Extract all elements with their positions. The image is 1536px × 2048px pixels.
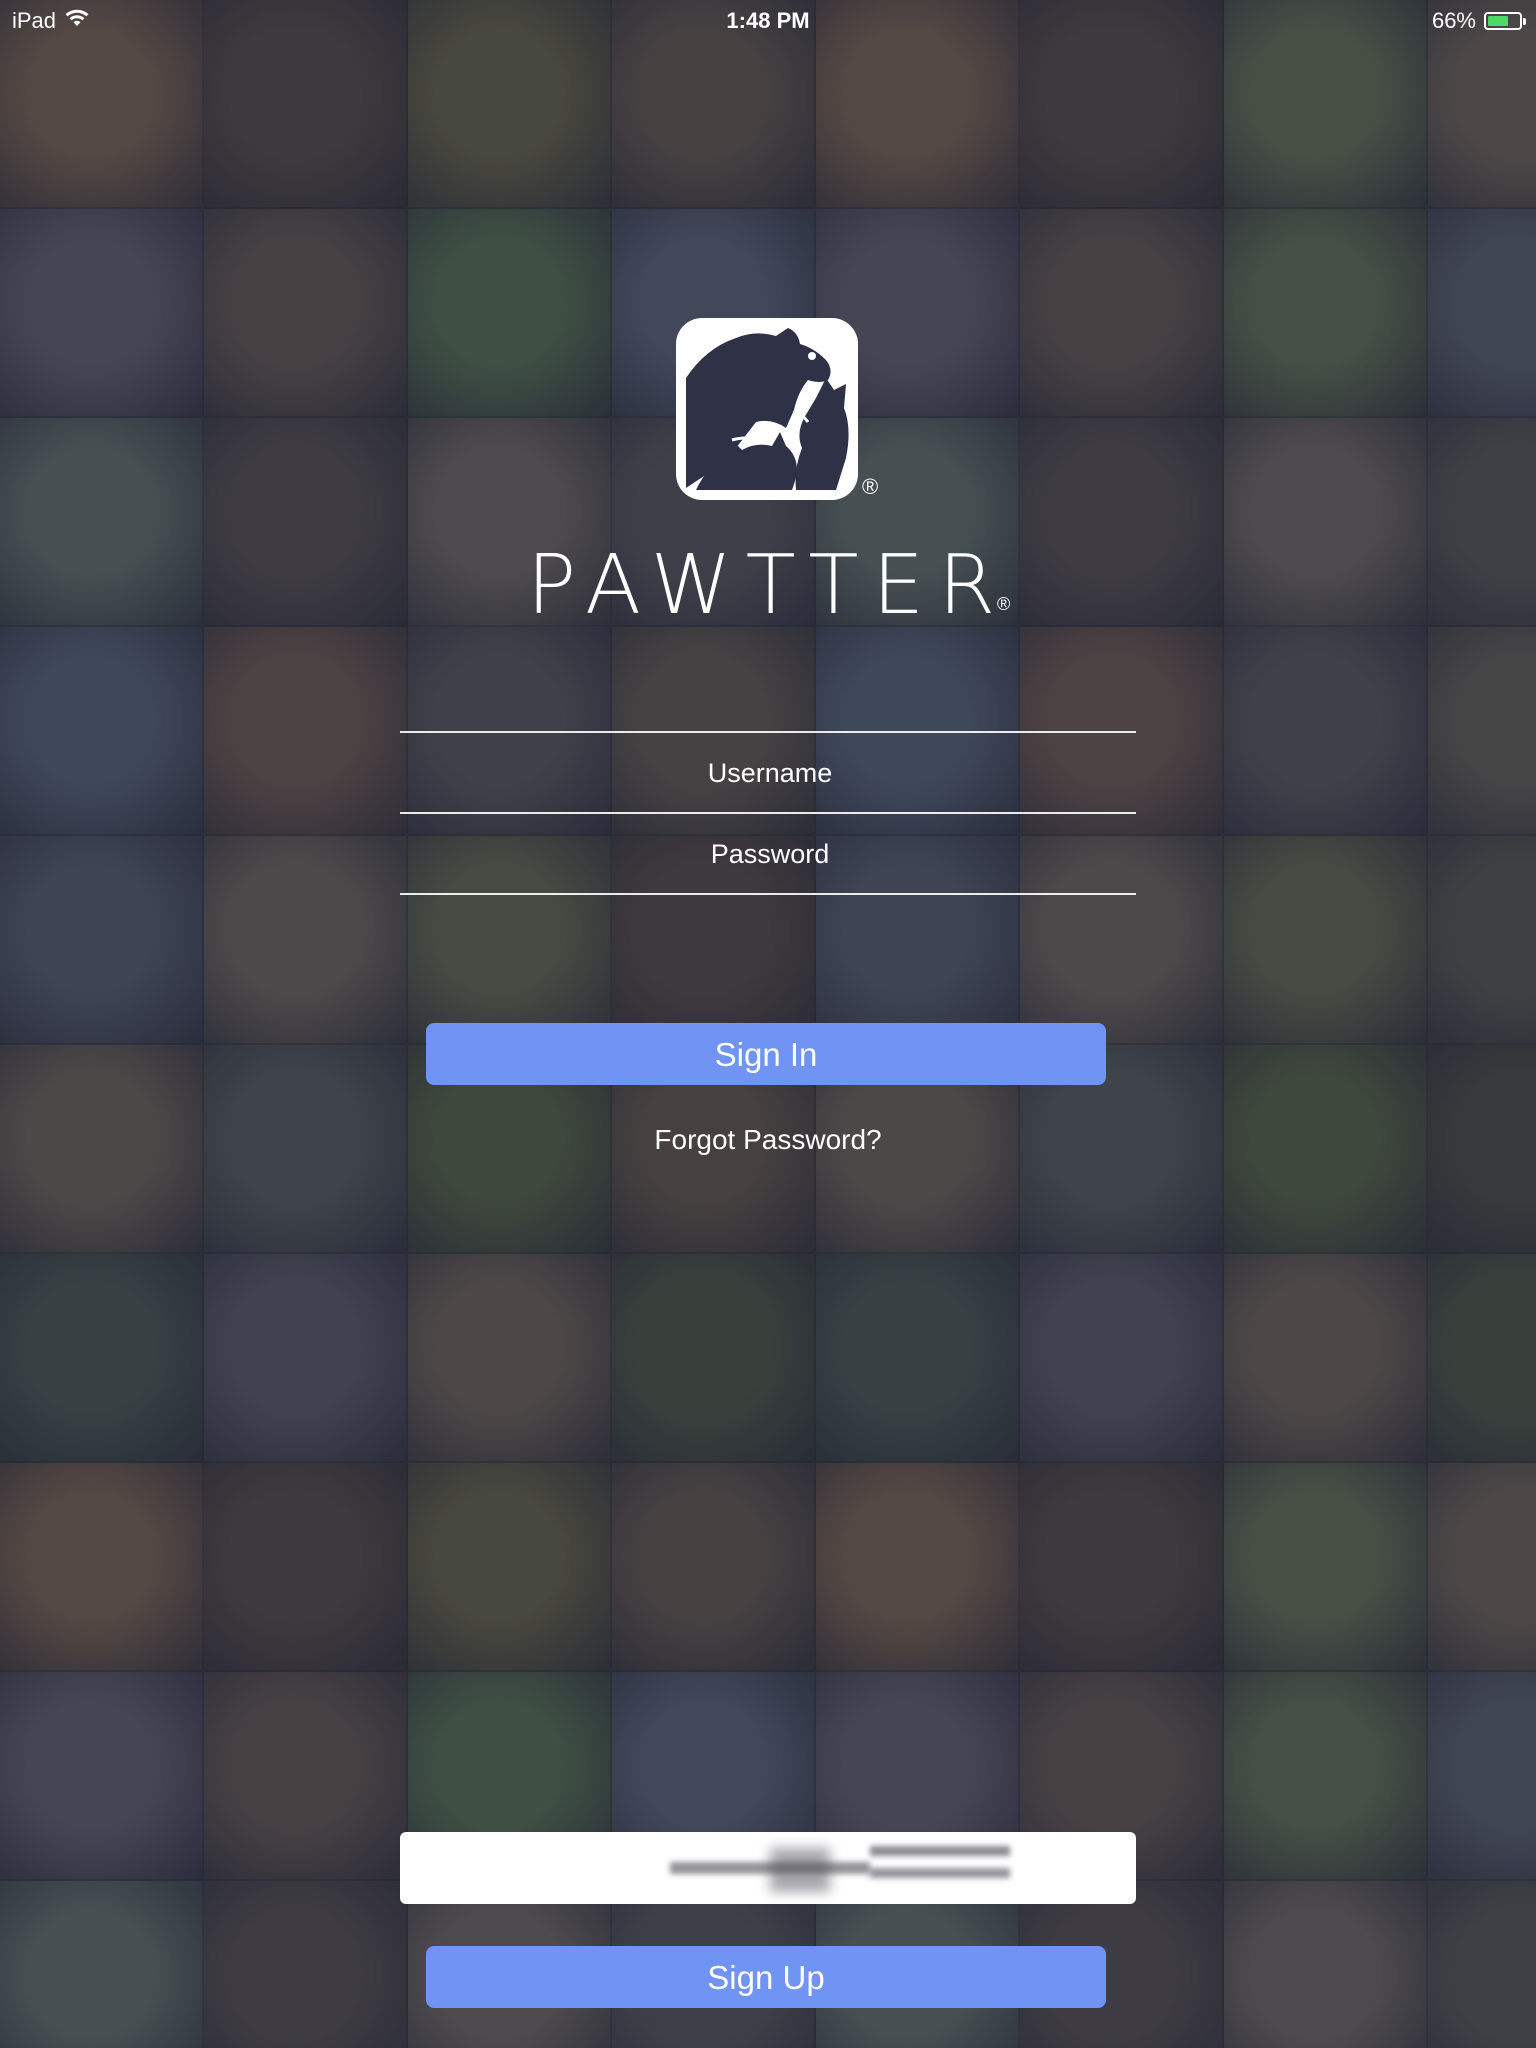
forgot-password-link[interactable]: Forgot Password? bbox=[0, 1124, 1536, 1156]
registered-mark-name: ® bbox=[997, 594, 1011, 614]
status-right: 66% bbox=[1431, 8, 1526, 34]
password-field-container bbox=[400, 812, 1140, 894]
battery-percent: 66% bbox=[1431, 8, 1476, 33]
username-field-container bbox=[400, 731, 1140, 813]
brand-name: PAWTTER bbox=[526, 538, 1010, 633]
login-screen: iPad 1:48 PM 66% ® PAWTTER ® Username Si… bbox=[0, 0, 1536, 2048]
password-input[interactable] bbox=[400, 814, 1140, 894]
username-input[interactable] bbox=[400, 733, 1140, 813]
registered-mark-logo: ® bbox=[862, 474, 879, 499]
status-bar: iPad 1:48 PM 66% bbox=[0, 0, 1536, 40]
redacted-block bbox=[400, 1832, 1136, 1904]
battery-icon bbox=[1484, 12, 1526, 30]
pets-silhouette-icon bbox=[676, 318, 858, 500]
status-time: 1:48 PM bbox=[726, 8, 810, 33]
battery-level bbox=[1488, 16, 1508, 26]
password-underline bbox=[400, 893, 1136, 895]
sign-in-button[interactable]: Sign In bbox=[426, 1023, 1106, 1085]
sign-up-button[interactable]: Sign Up bbox=[426, 1946, 1106, 2008]
